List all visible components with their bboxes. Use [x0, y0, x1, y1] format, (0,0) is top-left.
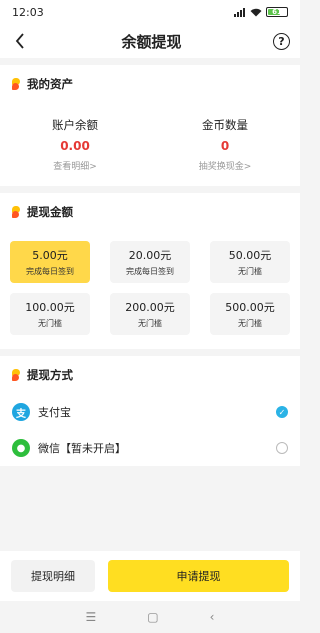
payment-header: 提现方式	[0, 356, 300, 394]
amount-value: 50.00元	[228, 249, 272, 262]
system-nav-bar: ☰ ▢ ‹	[0, 601, 300, 633]
amount-header: 提现金额	[0, 193, 300, 231]
wifi-icon	[250, 8, 262, 16]
balance-block: 账户余额 0.00 查看明细>	[0, 117, 150, 172]
help-button[interactable]: ?	[272, 32, 290, 50]
amount-value: 5.00元	[32, 249, 68, 262]
withdraw-history-button[interactable]: 提现明细	[11, 560, 95, 592]
home-icon[interactable]: ▢	[147, 610, 158, 624]
status-time: 12:03	[12, 5, 44, 19]
page-title: 余额提现	[121, 32, 182, 51]
payment-label: 支付宝	[38, 406, 71, 419]
check-icon[interactable]: ✓	[276, 406, 288, 418]
balance-value: 0.00	[60, 139, 90, 153]
coins-block: 金币数量 0 抽奖换现金>	[150, 117, 300, 172]
assets-row: 账户余额 0.00 查看明细> 金币数量 0 抽奖换现金>	[0, 103, 300, 186]
bottom-bar: 提现明细 申请提现	[0, 551, 300, 601]
back-nav-icon[interactable]: ‹	[210, 610, 215, 624]
amount-option[interactable]: 100.00元无门槛	[10, 293, 90, 335]
payment-card: 提现方式 支 支付宝 ✓ ● 微信【暂未开启】	[0, 356, 300, 466]
assets-card: 我的资产 账户余额 0.00 查看明细> 金币数量 0 抽奖换现金>	[0, 65, 300, 186]
section-marker-icon	[12, 78, 20, 90]
amount-option[interactable]: 50.00元无门槛	[210, 241, 290, 283]
menu-icon[interactable]: ☰	[86, 610, 97, 624]
amount-condition: 完成每日签到	[126, 267, 174, 276]
chevron-left-icon	[15, 33, 24, 49]
view-details-link[interactable]: 查看明细>	[0, 159, 150, 172]
battery-level: 61	[272, 8, 282, 16]
amount-option[interactable]: 20.00元完成每日签到	[110, 241, 190, 283]
header: 余额提现 ?	[0, 24, 300, 58]
assets-header: 我的资产	[0, 65, 300, 103]
amount-option[interactable]: 500.00元无门槛	[210, 293, 290, 335]
amount-condition: 完成每日签到	[26, 267, 74, 276]
payment-option-alipay[interactable]: 支 支付宝 ✓	[0, 394, 300, 430]
wechat-icon: ●	[12, 439, 30, 457]
back-button[interactable]	[10, 31, 30, 51]
payment-title: 提现方式	[27, 368, 73, 382]
amount-value: 20.00元	[128, 249, 172, 262]
radio-icon[interactable]	[276, 442, 288, 454]
balance-label: 账户余额	[52, 118, 98, 132]
amount-value: 100.00元	[25, 301, 75, 314]
payment-option-wechat[interactable]: ● 微信【暂未开启】	[0, 430, 300, 466]
amount-condition: 无门槛	[138, 319, 162, 328]
section-marker-icon	[12, 206, 20, 218]
section-marker-icon	[12, 369, 20, 381]
payment-label: 微信【暂未开启】	[38, 442, 126, 455]
lottery-link[interactable]: 抽奖换现金>	[150, 159, 300, 172]
amount-option[interactable]: 5.00元完成每日签到	[10, 241, 90, 283]
coins-value: 0	[220, 139, 230, 153]
amount-title: 提现金额	[27, 205, 73, 219]
amount-value: 500.00元	[225, 301, 275, 314]
battery-icon: 61	[266, 7, 288, 17]
apply-withdraw-button[interactable]: 申请提现	[108, 560, 289, 592]
amount-condition: 无门槛	[238, 267, 262, 276]
alipay-icon: 支	[12, 403, 30, 421]
question-circle-icon: ?	[278, 34, 285, 48]
status-icons: 61	[234, 7, 288, 17]
amount-condition: 无门槛	[238, 319, 262, 328]
amount-condition: 无门槛	[38, 319, 62, 328]
amount-card: 提现金额 5.00元完成每日签到 20.00元完成每日签到 50.00元无门槛 …	[0, 193, 300, 349]
status-bar: 12:03 61	[0, 0, 300, 24]
coins-label: 金币数量	[202, 118, 248, 132]
assets-title: 我的资产	[27, 77, 73, 91]
amount-option[interactable]: 200.00元无门槛	[110, 293, 190, 335]
signal-icon	[234, 7, 245, 17]
amount-grid: 5.00元完成每日签到 20.00元完成每日签到 50.00元无门槛 100.0…	[0, 231, 300, 349]
amount-value: 200.00元	[125, 301, 175, 314]
